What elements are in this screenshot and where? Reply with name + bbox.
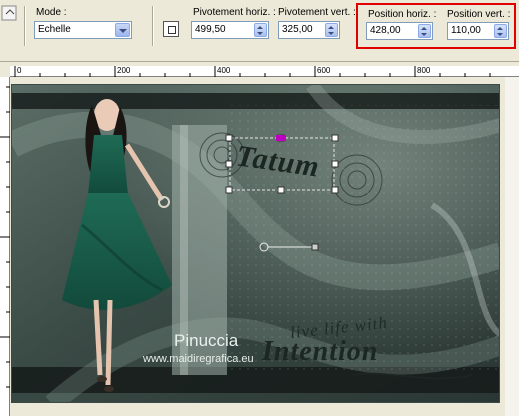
rotation-h-value: 499,50 [195,24,226,35]
chevron-down-icon[interactable] [115,23,130,37]
pick-tool-icon[interactable] [0,4,20,44]
position-highlight-box [356,3,516,49]
artwork [12,85,499,402]
mode-select-value: Echelle [38,24,71,35]
rotation-v-value: 325,00 [282,24,313,35]
ruler-corner [0,66,10,77]
image-canvas[interactable] [11,84,500,403]
spinner-arrows-icon[interactable] [325,23,338,37]
center-of-rotation-icon[interactable] [163,21,179,37]
mode-select[interactable]: Echelle [34,21,132,39]
vertical-ruler[interactable] [0,77,10,416]
ruler-label: 0 [17,66,22,75]
ruler-label: 600 [317,66,331,75]
rotation-h-spinner[interactable]: 499,50 [191,21,269,39]
spinner-arrows-icon[interactable] [254,23,267,37]
ruler-label: 400 [217,66,231,75]
toolbar-separator [24,6,26,46]
rotation-v-label: Pivotement vert. : [278,7,356,18]
tool-options-toolbar: Mode : Echelle Pivotement horiz. : 499,5… [0,0,519,62]
ruler-ticks [0,86,10,388]
ruler-ticks [14,66,491,77]
horizontal-ruler[interactable]: 0 200 400 600 800 [10,66,519,77]
canvas-tagline-2: Intention [262,336,379,367]
ruler-label: 800 [417,66,431,75]
rotation-h-label: Pivotement horiz. : [193,7,276,18]
artist-website: www.maidiregrafica.eu [143,353,254,365]
mode-label: Mode : [36,7,67,18]
rotation-v-spinner[interactable]: 325,00 [278,21,340,39]
artist-signature: Pinuccia [174,331,239,350]
vertical-scrollbar[interactable] [505,77,519,416]
toolbar-separator [152,6,154,46]
ruler-label: 200 [117,66,131,75]
